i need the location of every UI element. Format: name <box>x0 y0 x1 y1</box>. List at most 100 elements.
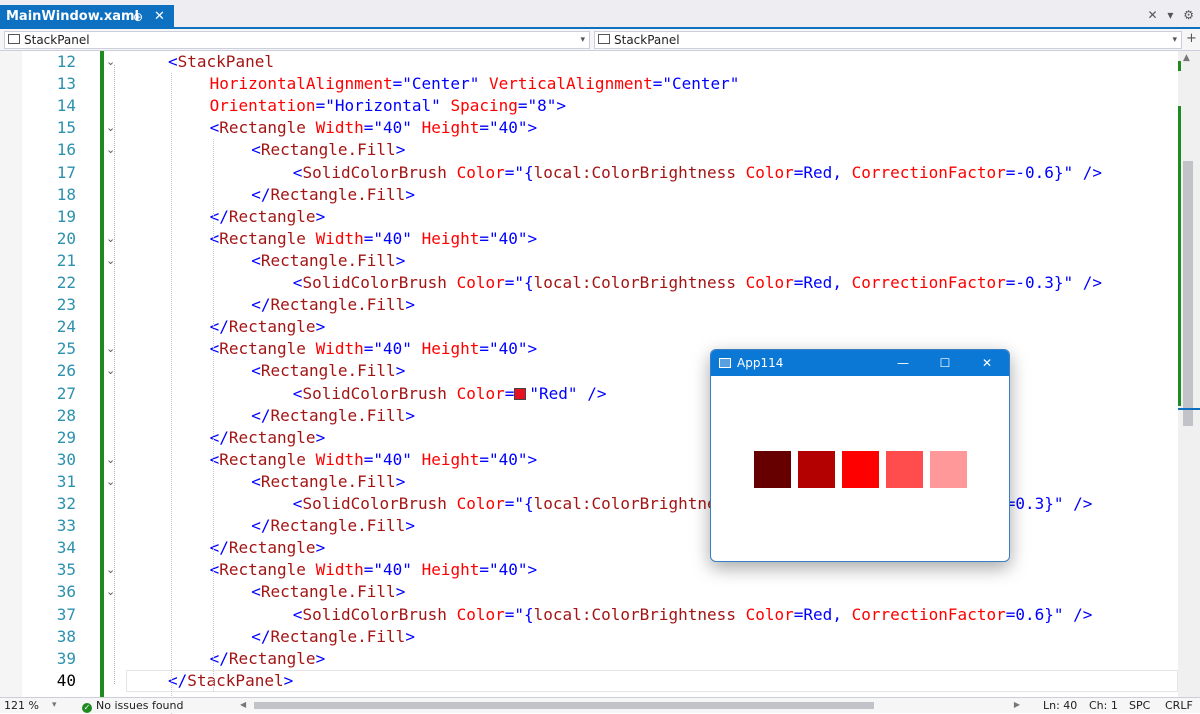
pin-icon[interactable]: ⊕ <box>133 5 143 29</box>
code-token: = <box>1005 604 1016 624</box>
code-token: SolidColorBrush <box>302 273 447 292</box>
code-line[interactable]: Orientation="Horizontal" Spacing="8"> <box>210 95 566 117</box>
code-line[interactable]: <Rectangle Width="40" Height="40"> <box>210 228 538 250</box>
element-icon <box>8 34 20 44</box>
code-line[interactable]: <Rectangle.Fill> <box>251 471 405 493</box>
code-token: Rectangle.Fill <box>270 405 406 425</box>
code-token: = <box>363 228 374 248</box>
zoom-level[interactable]: 121 % <box>4 698 39 713</box>
code-line[interactable]: <SolidColorBrush Color="{local:ColorBrig… <box>293 272 1102 294</box>
code-line[interactable]: <Rectangle.Fill> <box>251 139 405 161</box>
line-number: 35 <box>56 560 76 580</box>
issues-indicator[interactable]: ✓ No issues found <box>82 698 183 713</box>
code-line[interactable]: <SolidColorBrush Color="{local:ColorBrig… <box>293 162 1102 184</box>
code-token: -0.6 <box>1015 162 1054 182</box>
code-token: }" <box>1044 604 1064 624</box>
scroll-right-arrow[interactable]: ▶ <box>1014 697 1020 712</box>
code-line[interactable]: </Rectangle> <box>210 427 326 449</box>
code-editor[interactable]: ▲ 12 ⌄ <StackPanel 13 HorizontalAlignment="C… <box>0 51 1200 714</box>
code-line[interactable]: </Rectangle> <box>210 206 326 228</box>
code-token: = <box>363 560 374 580</box>
code-line[interactable]: <Rectangle Width="40" Height="40"> <box>210 449 538 471</box>
code-token: Color <box>745 273 794 292</box>
scrollbar-thumb[interactable] <box>1183 161 1193 426</box>
code-token: "40" <box>373 118 412 138</box>
status-bar: 121 % ▾ ✓ No issues found ◀ ▶ Ln: 40 Ch: … <box>0 697 1200 713</box>
code-line[interactable]: <Rectangle Width="40" Height="40"> <box>210 117 538 139</box>
code-line[interactable]: <Rectangle.Fill> <box>251 250 405 272</box>
close-button[interactable]: ✕ <box>965 350 1009 376</box>
close-tab-icon[interactable]: ✕ <box>154 5 165 29</box>
code-token: </ <box>251 626 271 646</box>
horizontal-scrollbar[interactable]: ◀ ▶ <box>240 700 1020 709</box>
tab-list-dropdown-icon[interactable]: ▾ <box>1167 8 1173 22</box>
code-token: , <box>832 162 842 182</box>
close-all-icon[interactable]: ✕ <box>1147 8 1157 22</box>
code-token: > <box>315 648 326 668</box>
whitespace-indicator[interactable]: SPC <box>1129 698 1150 713</box>
horizontal-scrollbar-thumb[interactable] <box>254 702 874 709</box>
code-token: </ <box>251 516 271 536</box>
code-line[interactable]: </Rectangle.Fill> <box>251 184 415 206</box>
code-line[interactable]: <SolidColorBrush Color= "Red" /> <box>293 383 607 405</box>
code-line[interactable]: HorizontalAlignment="Center" VerticalAli… <box>210 73 740 95</box>
code-line[interactable]: </Rectangle> <box>210 537 326 559</box>
code-token: "40" <box>373 228 412 248</box>
line-number: 30 <box>56 449 76 469</box>
type-dropdown[interactable]: StackPanel ▾ <box>4 31 590 49</box>
line-ending-indicator[interactable]: CRLF <box>1165 698 1193 713</box>
code-line[interactable]: </Rectangle.Fill> <box>251 294 415 316</box>
code-token: Color <box>745 162 794 182</box>
code-token: > <box>315 206 326 226</box>
indicator-margin <box>0 51 22 697</box>
code-token: = <box>479 228 489 248</box>
member-dropdown[interactable]: StackPanel ▾ <box>594 31 1182 49</box>
app-title-bar[interactable]: App114 — ☐ ✕ <box>711 350 1009 376</box>
code-token: Red <box>803 273 833 292</box>
code-token: Orientation <box>209 96 316 116</box>
split-view-icon[interactable]: + <box>1186 31 1197 46</box>
code-token: Rectangle <box>228 648 316 668</box>
code-line[interactable]: <Rectangle Width="40" Height="40"> <box>210 559 538 581</box>
code-token: "Red" <box>529 383 578 403</box>
code-line[interactable]: </Rectangle> <box>210 648 326 670</box>
maximize-button[interactable]: ☐ <box>923 350 967 376</box>
code-token: SolidColorBrush <box>302 162 447 182</box>
line-number: 21 <box>56 250 76 270</box>
code-line[interactable]: </Rectangle> <box>210 316 326 338</box>
line-indicator[interactable]: Ln: 40 <box>1043 698 1077 713</box>
scroll-up-arrow[interactable]: ▲ <box>1183 53 1190 63</box>
code-token: StackPanel <box>177 52 274 71</box>
code-line[interactable]: <StackPanel <box>168 51 274 73</box>
code-token: = <box>1005 273 1016 292</box>
color-preview-swatch[interactable] <box>514 387 527 400</box>
minimize-button[interactable]: — <box>881 350 925 376</box>
line-number: 13 <box>56 74 76 94</box>
vertical-scrollbar[interactable]: ▲ <box>1178 51 1200 697</box>
tab-mainwindow-xaml[interactable]: MainWindow.xaml ⊕ ✕ <box>0 5 174 29</box>
code-line[interactable]: <Rectangle.Fill> <box>251 360 405 382</box>
code-line[interactable]: </Rectangle.Fill> <box>251 515 415 537</box>
code-token: = <box>479 118 489 138</box>
code-line[interactable]: <Rectangle.Fill> <box>251 581 405 603</box>
code-line[interactable]: </Rectangle.Fill> <box>251 405 415 427</box>
zoom-dropdown-icon[interactable]: ▾ <box>52 698 57 713</box>
line-number: 17 <box>56 162 76 182</box>
column-indicator[interactable]: Ch: 1 <box>1089 698 1118 713</box>
code-token: Color <box>456 273 505 292</box>
app-window[interactable]: App114 — ☐ ✕ <box>710 349 1010 562</box>
settings-icon[interactable]: ⚙ <box>1183 8 1194 22</box>
code-token: > <box>527 339 538 359</box>
code-line[interactable]: <SolidColorBrush Color="{local:ColorBrig… <box>293 604 1093 626</box>
line-number: 36 <box>56 582 76 602</box>
code-token: Rectangle <box>219 228 306 248</box>
scroll-left-arrow[interactable]: ◀ <box>240 697 246 712</box>
code-line[interactable]: </Rectangle.Fill> <box>251 626 415 648</box>
line-number: 18 <box>56 184 76 204</box>
code-line[interactable]: <Rectangle Width="40" Height="40"> <box>210 338 538 360</box>
code-line[interactable]: </StackPanel> <box>168 670 293 692</box>
code-token: Rectangle.Fill <box>270 295 406 315</box>
code-token: /> <box>1082 162 1103 182</box>
